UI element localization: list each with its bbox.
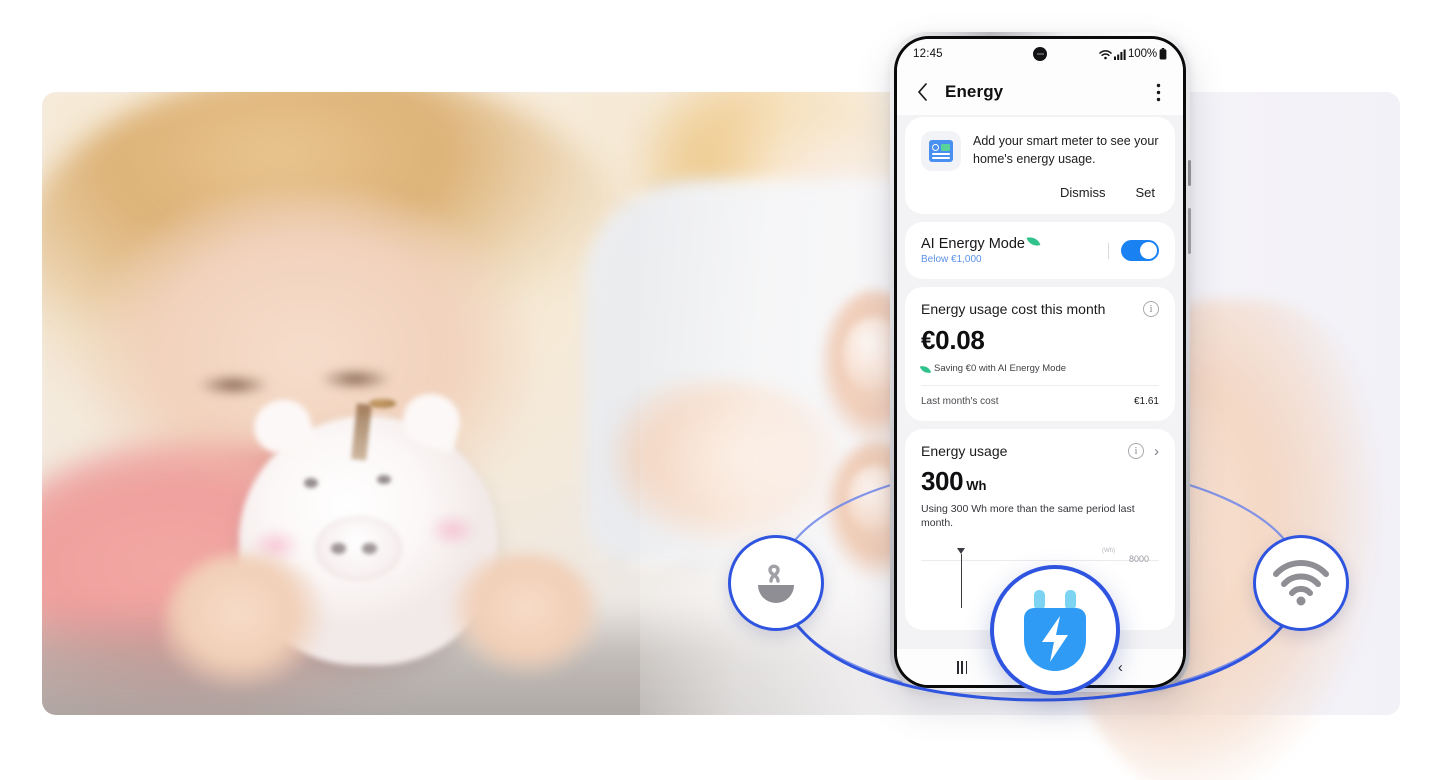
status-icons: 100% <box>1099 48 1167 60</box>
last-month-row: Last month's cost €1.61 <box>921 396 1159 407</box>
info-circle-icon[interactable]: i <box>1128 443 1144 459</box>
smart-meter-icon-wrap <box>921 131 961 171</box>
set-button[interactable]: Set <box>1135 185 1155 200</box>
ai-energy-mode-title: AI Energy Mode <box>921 236 1025 252</box>
girl-hand-left <box>164 553 328 703</box>
wifi-icon <box>1099 49 1112 59</box>
smart-meter-actions: Dismiss Set <box>921 185 1159 200</box>
chevron-left-icon <box>917 83 927 101</box>
phone-side-button-small[interactable] <box>1188 160 1191 186</box>
chevron-right-icon[interactable]: › <box>1154 444 1159 459</box>
energy-cost-header: Energy usage cost this month i <box>921 301 1159 317</box>
info-circle-icon[interactable]: i <box>1143 301 1159 317</box>
chart-current-marker <box>957 548 965 609</box>
status-time: 12:45 <box>913 48 943 60</box>
piggy-nostril-right <box>362 543 377 554</box>
smart-meter-banner: Add your smart meter to see your home's … <box>905 117 1175 214</box>
more-options-button[interactable] <box>1147 81 1169 103</box>
wifi-icon <box>1273 560 1329 606</box>
connectivity-badge[interactable] <box>1253 535 1349 631</box>
ai-energy-mode-toggle[interactable] <box>1121 240 1159 261</box>
ai-energy-mode-title-row: AI Energy Mode <box>921 234 1108 252</box>
energy-cost-saving-row: Saving €0 with AI Energy Mode <box>919 363 1159 376</box>
front-camera-punch-hole <box>1033 47 1047 61</box>
battery-percent-label: 100% <box>1127 48 1157 60</box>
ai-energy-mode-card[interactable]: AI Energy Mode Below €1,000 <box>905 222 1175 279</box>
divider <box>921 385 1159 386</box>
leaf-icon <box>919 363 932 376</box>
smart-meter-banner-row: Add your smart meter to see your home's … <box>921 131 1159 171</box>
bowl-steam-icon <box>758 564 794 603</box>
piggy-nostril-left <box>331 543 346 554</box>
energy-usage-amount-row: 300 Wh <box>921 466 1159 497</box>
chart-axis-line <box>921 560 1159 562</box>
toggle-knob <box>1140 242 1157 259</box>
piggy-snout <box>314 515 402 582</box>
smart-meter-icon <box>929 140 953 162</box>
ai-energy-mode-subtitle: Below €1,000 <box>921 254 982 265</box>
energy-cost-heading: Energy usage cost this month <box>921 301 1106 317</box>
energy-usage-heading: Energy usage <box>921 443 1008 459</box>
screenshot-stage: 12:45 100% Energy Add your smart meter t… <box>0 0 1440 780</box>
signal-bars-icon <box>1113 49 1126 60</box>
ai-energy-mode-labels: AI Energy Mode Below €1,000 <box>921 234 1108 265</box>
back-icon[interactable]: ‹ <box>1118 660 1123 675</box>
plug-bolt-icon <box>1024 590 1086 671</box>
status-bar: 12:45 100% <box>897 39 1183 69</box>
energy-badge[interactable] <box>990 565 1120 695</box>
energy-usage-unit: Wh <box>966 478 987 493</box>
page-title: Energy <box>945 82 1004 101</box>
girl-hand-right <box>449 553 599 691</box>
last-month-label: Last month's cost <box>921 396 999 407</box>
energy-cost-saving-note: Saving €0 with AI Energy Mode <box>934 363 1067 374</box>
smart-meter-message: Add your smart meter to see your home's … <box>973 134 1159 167</box>
last-month-value: €1.61 <box>1133 396 1159 407</box>
energy-cost-card: Energy usage cost this month i €0.08 Sav… <box>905 287 1175 421</box>
dismiss-button[interactable]: Dismiss <box>1060 185 1106 200</box>
cooking-badge[interactable] <box>728 535 824 631</box>
battery-icon <box>1159 48 1167 60</box>
energy-usage-header: Energy usage i › <box>921 443 1159 459</box>
back-button[interactable] <box>911 81 933 103</box>
vertical-divider <box>1108 242 1109 259</box>
leaf-icon <box>1026 234 1041 248</box>
girl-eye-right <box>320 369 391 390</box>
energy-usage-note: Using 300 Wh more than the same period l… <box>921 503 1135 530</box>
more-vertical-icon <box>1156 83 1160 101</box>
recents-icon[interactable] <box>957 660 968 674</box>
energy-cost-amount: €0.08 <box>921 325 985 355</box>
ai-energy-mode-row: AI Energy Mode Below €1,000 <box>921 234 1159 265</box>
app-bar: Energy <box>897 69 1183 115</box>
energy-usage-amount: 300 <box>921 466 964 496</box>
chart-y-tick-label: 8000 <box>1128 554 1149 565</box>
piggy-eye-left <box>304 478 318 489</box>
phone-side-button-power[interactable] <box>1188 208 1191 254</box>
chart-unit-label: (Wh) <box>1102 548 1115 555</box>
piggy-blush-right <box>427 512 477 548</box>
